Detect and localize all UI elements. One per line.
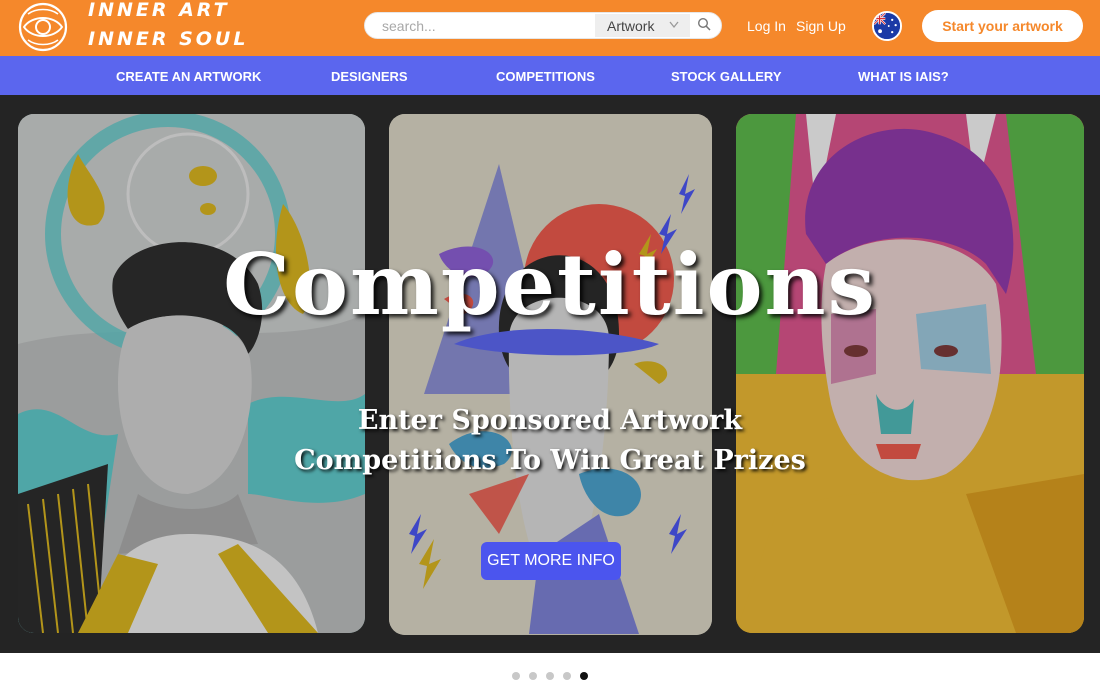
search-icon (697, 17, 711, 36)
carousel-dot[interactable] (529, 672, 537, 680)
logo-text[interactable]: INNER ART INNER SOUL (88, 0, 248, 54)
logo-line-1: INNER ART (88, 0, 230, 21)
start-artwork-button[interactable]: Start your artwork (922, 10, 1083, 42)
carousel-dot[interactable] (563, 672, 571, 680)
nav-competitions[interactable]: COMPETITIONS (496, 69, 595, 84)
carousel-dot[interactable] (512, 672, 520, 680)
main-nav: CREATE AN ARTWORK DESIGNERS COMPETITIONS… (0, 56, 1100, 95)
australia-flag-icon[interactable] (872, 11, 902, 41)
artwork-image-portrait (736, 114, 1084, 633)
carousel-dots (0, 672, 1100, 682)
carousel-dot[interactable] (580, 672, 588, 680)
search-button[interactable] (693, 17, 715, 35)
logo-icon[interactable] (18, 2, 68, 52)
carousel-dot[interactable] (546, 672, 554, 680)
nav-designers[interactable]: DESIGNERS (331, 69, 408, 84)
search-bar: Artwork (364, 12, 722, 39)
search-category-select[interactable]: Artwork (595, 14, 690, 37)
artwork-image-man (18, 114, 365, 633)
hero-title: Competitions (223, 235, 877, 334)
signup-link[interactable]: Sign Up (796, 18, 846, 34)
hero-carousel: Competitions Enter Sponsored Artwork Com… (0, 95, 1100, 653)
search-input[interactable] (365, 13, 595, 38)
logo-line-2: INNER SOUL (88, 28, 249, 50)
hero-subtitle-line-2: Competitions To Win Great Prizes (294, 445, 806, 476)
nav-what-is-iais[interactable]: WHAT IS IAIS? (858, 69, 949, 84)
hero-subtitle-line-1: Enter Sponsored Artwork (357, 405, 743, 436)
get-more-info-button[interactable]: GET MORE INFO (481, 542, 621, 580)
login-link[interactable]: Log In (747, 18, 786, 34)
chevron-down-icon (668, 17, 680, 31)
nav-create-artwork[interactable]: CREATE AN ARTWORK (116, 69, 261, 84)
nav-stock-gallery[interactable]: STOCK GALLERY (671, 69, 782, 84)
search-category-value: Artwork (607, 17, 655, 34)
site-header: INNER ART INNER SOUL Artwork Log In Sign… (0, 0, 1100, 56)
